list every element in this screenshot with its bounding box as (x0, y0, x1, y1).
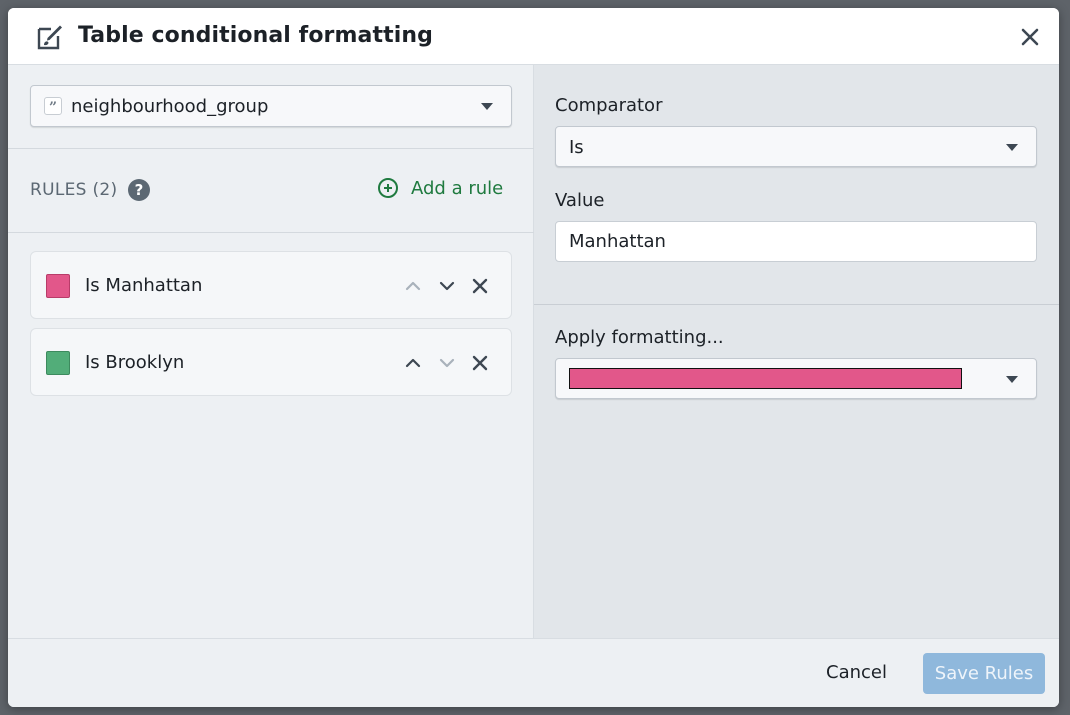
divider (8, 148, 534, 149)
apply-formatting-select[interactable] (555, 358, 1037, 399)
column-select-value: neighbourhood_group (71, 96, 269, 117)
chevron-up-icon[interactable] (402, 351, 424, 375)
close-icon[interactable] (1019, 26, 1041, 48)
cancel-button[interactable]: Cancel (826, 661, 887, 685)
rule-color-swatch (46, 274, 70, 298)
apply-formatting-label: Apply formatting... (555, 327, 724, 348)
dialog-footer: Cancel Save Rules (8, 638, 1059, 707)
dialog-title: Table conditional formatting (78, 23, 433, 48)
value-input[interactable] (555, 221, 1037, 262)
dialog-header: Table conditional formatting (8, 8, 1059, 65)
chevron-up-icon[interactable] (402, 274, 424, 298)
divider (8, 232, 534, 233)
help-icon[interactable]: ? (128, 179, 150, 201)
comparator-label: Comparator (555, 95, 663, 116)
rule-color-swatch (46, 351, 70, 375)
rule-editor-panel: Comparator Is Value Apply formatting... (534, 65, 1059, 638)
chevron-down-icon (1006, 376, 1018, 383)
value-label: Value (555, 190, 605, 211)
add-rule-label: Add a rule (411, 178, 504, 199)
rule-item[interactable]: Is Brooklyn (30, 328, 512, 396)
formatting-color-preview (569, 368, 962, 389)
add-circle-icon (378, 178, 398, 198)
rule-label: Is Manhattan (85, 275, 203, 296)
remove-rule-icon[interactable] (469, 274, 491, 298)
column-select[interactable]: ” neighbourhood_group (30, 85, 512, 127)
rules-panel: ” neighbourhood_group RULES (2) ? Add a … (8, 65, 534, 638)
rules-header: RULES (2) (30, 180, 118, 200)
chevron-down-icon[interactable] (436, 351, 458, 375)
string-type-icon: ” (44, 97, 62, 116)
rule-item[interactable]: Is Manhattan (30, 251, 512, 319)
save-rules-button[interactable]: Save Rules (923, 653, 1045, 694)
comparator-select[interactable]: Is (555, 126, 1037, 167)
chevron-down-icon[interactable] (436, 274, 458, 298)
divider (534, 304, 1059, 305)
chevron-down-icon (1006, 144, 1018, 151)
remove-rule-icon[interactable] (469, 351, 491, 375)
edit-brush-icon (37, 25, 62, 50)
rule-label: Is Brooklyn (85, 352, 185, 373)
chevron-down-icon (481, 103, 493, 110)
comparator-value: Is (569, 137, 584, 158)
conditional-formatting-dialog: Table conditional formatting ” neighbour… (8, 8, 1059, 707)
